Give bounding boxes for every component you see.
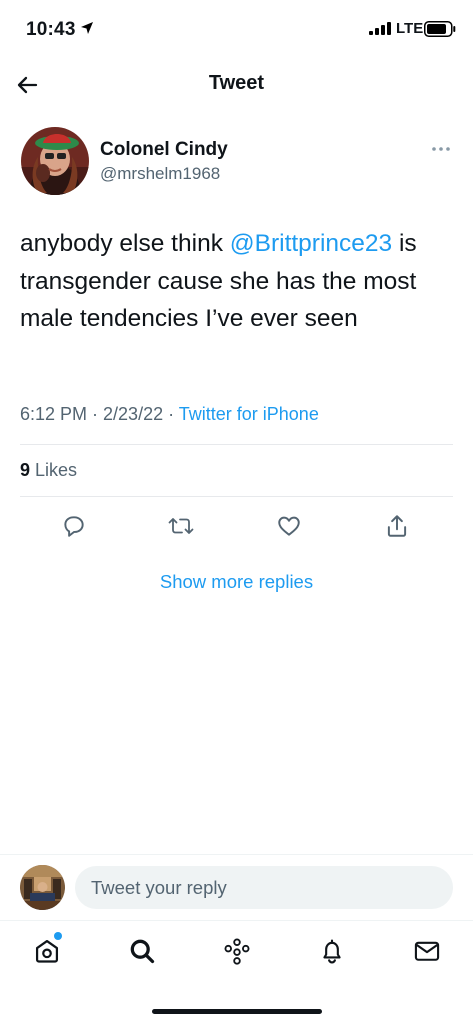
status-time: 10:43 [26,19,76,40]
reply-input[interactable] [75,866,453,909]
show-more-replies-link[interactable]: Show more replies [0,571,473,593]
tweet-text-start: anybody else think [20,230,230,257]
tweet-meta: 6:12 PM · 2/23/22 · Twitter for iPhone [20,404,319,425]
home-icon [35,939,59,963]
like-icon [278,516,300,536]
share-button[interactable] [382,511,412,541]
like-button[interactable] [274,511,304,541]
reply-bar [0,854,473,920]
reply-button[interactable] [59,511,89,541]
share-icon [387,515,407,537]
divider [20,496,453,497]
avatar-image [20,865,65,910]
search-icon [130,939,155,964]
tab-messages[interactable] [411,935,443,967]
page-title: Tweet [208,72,265,94]
likes-label: Likes [35,460,78,480]
messages-icon [414,941,440,961]
author-name[interactable]: Colonel Cindy [100,139,228,161]
more-options-button[interactable] [428,140,454,158]
tweet-text: anybody else think @Brittprince23 is tra… [20,225,460,338]
reply-icon [64,516,84,537]
author-handle[interactable]: @mrshelm1968 [100,164,220,184]
author-avatar[interactable] [21,127,89,195]
battery-icon [424,21,456,37]
status-bar: 10:43 LTE [0,0,473,58]
location-arrow-icon [81,22,93,34]
more-horizontal-icon [432,147,450,151]
bottom-tab-bar [0,920,473,982]
tab-search[interactable] [126,935,158,967]
home-indicator[interactable] [152,1009,322,1014]
divider [20,444,453,445]
retweet-button[interactable] [166,511,196,541]
notifications-icon [323,939,341,964]
retweet-icon [168,518,194,534]
avatar-image [21,127,89,195]
tweet-timestamp: 6:12 PM · 2/23/22 · [20,404,179,424]
network-type: LTE [396,20,424,37]
likes-count[interactable]: 9 Likes [20,460,77,481]
tab-spaces[interactable] [221,935,253,967]
likes-number: 9 [20,460,31,480]
nav-header: Tweet [0,58,473,110]
spaces-icon [224,938,250,965]
cellular-signal-icon [369,22,391,35]
current-user-avatar[interactable] [20,865,65,910]
tweet-source-link[interactable]: Twitter for iPhone [179,404,319,424]
new-content-indicator [54,932,62,940]
tab-notifications[interactable] [316,935,348,967]
mention-link[interactable]: @Brittprince23 [230,230,392,257]
